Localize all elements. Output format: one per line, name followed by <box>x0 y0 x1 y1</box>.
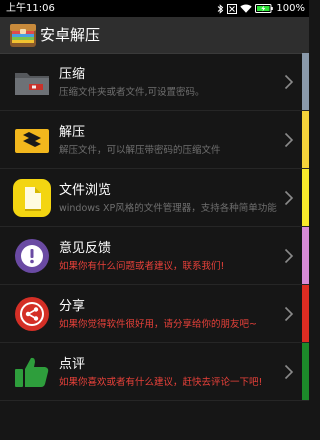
menu-item-description: 如果你有什么问题或者建议，联系我们! <box>59 261 225 272</box>
accent-bar <box>302 227 309 284</box>
accent-bar <box>302 285 309 342</box>
status-icons: 100% <box>217 0 305 17</box>
chevron-right-icon <box>284 364 294 380</box>
menu-item-label: 解压 <box>59 125 86 140</box>
menu-item-description: 解压文件，可以解压带密码的压缩文件 <box>59 145 221 156</box>
accent-bar <box>302 169 309 226</box>
battery-icon <box>255 4 274 13</box>
menu-item-label: 点评 <box>59 357 86 372</box>
chevron-right-icon <box>284 306 294 322</box>
unzip-box-icon <box>15 129 49 153</box>
menu-item-description: windows XP风格的文件管理器，支持各种简单功能 <box>59 203 277 214</box>
chevron-right-icon <box>284 132 294 148</box>
menu-item-description: 如果你觉得软件很好用，请分享给你的朋友吧~ <box>59 319 257 330</box>
menu-item-feedback[interactable]: 意见反馈 如果你有什么问题或者建议，联系我们! <box>0 227 309 285</box>
bluetooth-icon <box>218 3 224 14</box>
feedback-icon <box>15 239 49 273</box>
battery-percent: 100% <box>276 3 305 14</box>
wifi-icon <box>240 4 253 13</box>
chevron-right-icon <box>284 190 294 206</box>
accent-bar <box>302 53 309 110</box>
menu-item-label: 意见反馈 <box>59 241 112 256</box>
menu-item-description: 压缩文件夹或者文件,可设置密码。 <box>59 87 205 98</box>
menu-item-label: 压缩 <box>59 67 86 82</box>
status-bar: 上午11:06 100% <box>0 0 309 17</box>
menu-item-share[interactable]: 分享 如果你觉得软件很好用，请分享给你的朋友吧~ <box>0 285 309 343</box>
app-title: 安卓解压 <box>40 26 101 44</box>
menu-item-extract[interactable]: 解压 解压文件，可以解压带密码的压缩文件 <box>0 111 309 169</box>
accent-bar <box>302 111 309 168</box>
app-bar: 安卓解压 <box>0 17 309 53</box>
chevron-right-icon <box>284 74 294 90</box>
app-logo-icon <box>10 24 36 47</box>
menu-item-review[interactable]: 点评 如果你喜欢或者有什么建议，赶快去评论一下吧! <box>0 343 309 401</box>
no-sim-icon <box>227 3 238 14</box>
file-browser-icon <box>13 179 51 217</box>
menu-item-file-browser[interactable]: 文件浏览 windows XP风格的文件管理器，支持各种简单功能 <box>0 169 309 227</box>
status-time: 上午11:06 <box>6 3 55 14</box>
thumbs-up-icon <box>15 357 49 387</box>
menu-item-description: 如果你喜欢或者有什么建议，赶快去评论一下吧! <box>59 377 263 388</box>
menu-item-label: 分享 <box>59 299 86 314</box>
folder-archive-icon <box>15 73 49 95</box>
menu-item-label: 文件浏览 <box>59 183 112 198</box>
menu-item-compress[interactable]: 压缩 压缩文件夹或者文件,可设置密码。 <box>0 53 309 111</box>
share-icon <box>15 297 49 331</box>
accent-bar <box>302 343 309 400</box>
chevron-right-icon <box>284 248 294 264</box>
menu-list: 压缩 压缩文件夹或者文件,可设置密码。 解压 解压文件，可以解压带密码的压缩文件… <box>0 53 309 440</box>
